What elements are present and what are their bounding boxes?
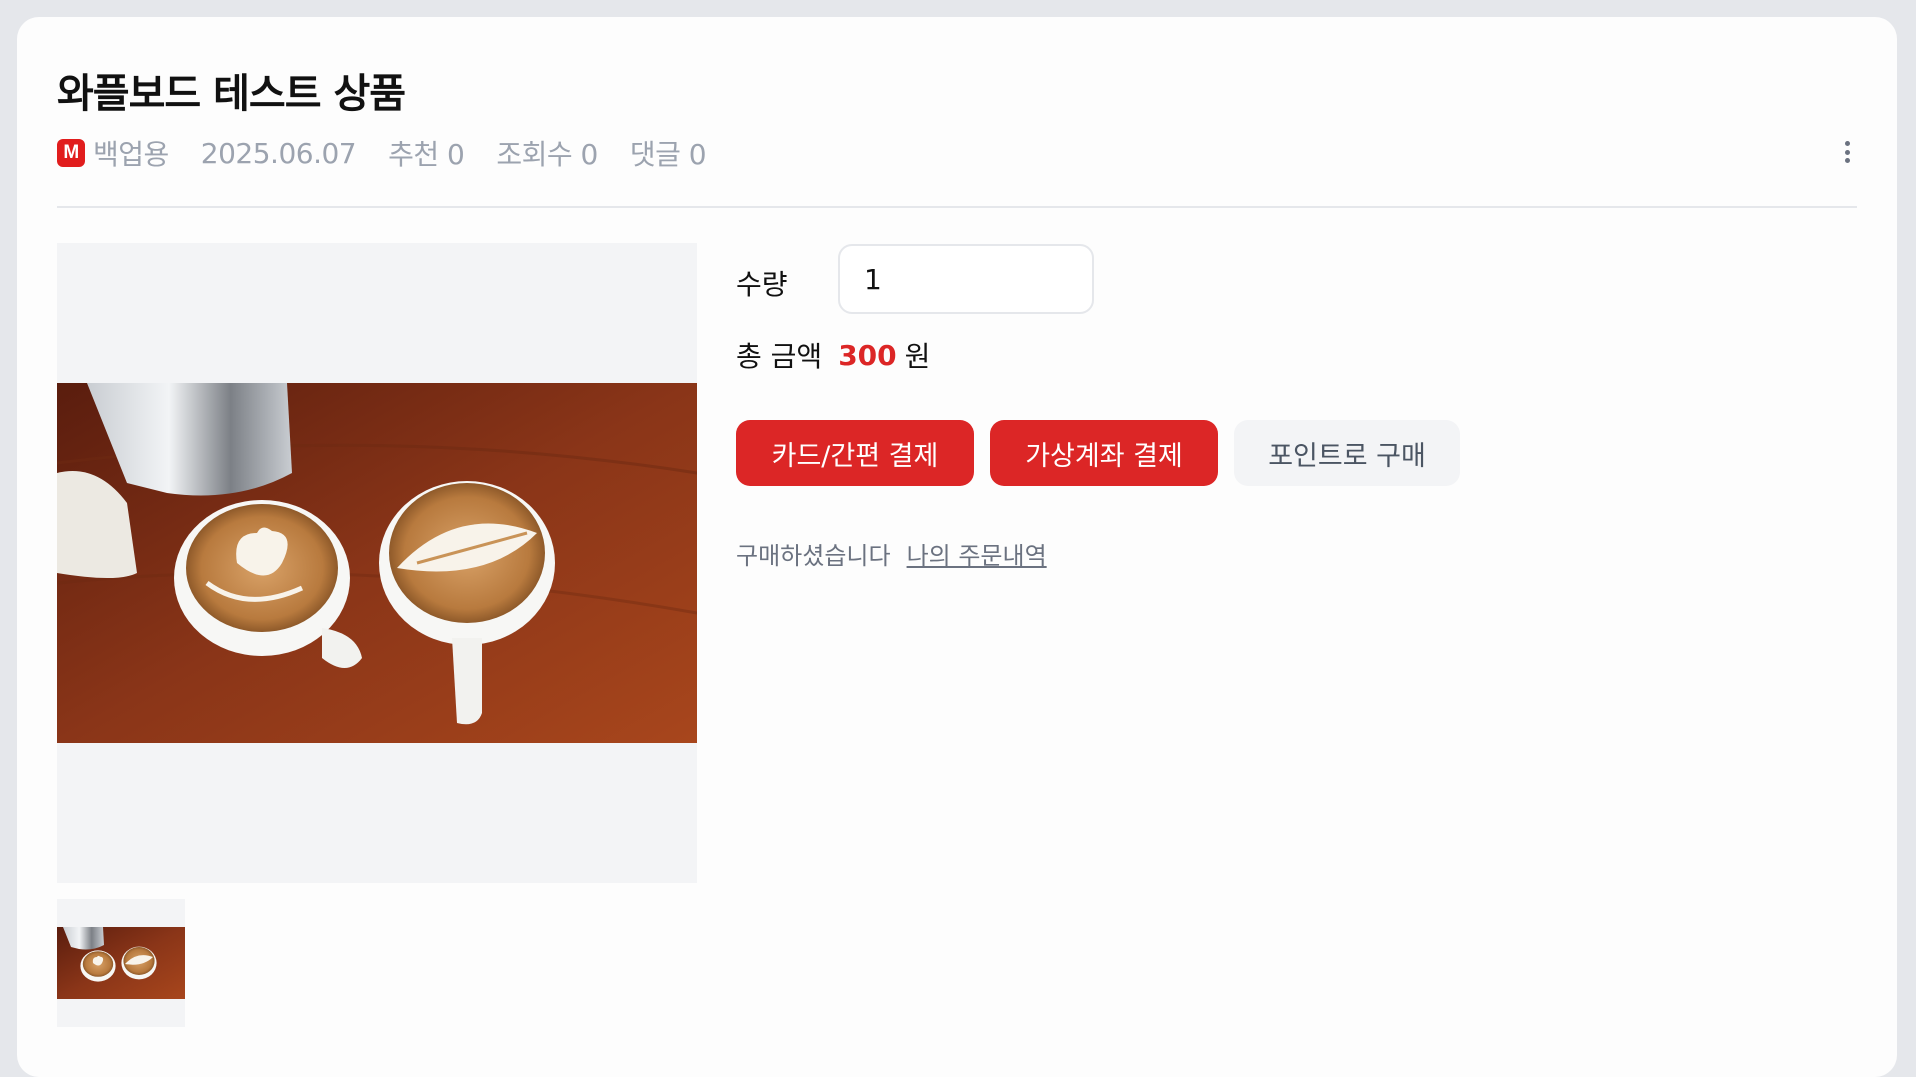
latte-art-photo — [57, 383, 697, 743]
post-meta: M 백업용 2025.06.07 추천 0 조회수 0 댓글 0 — [57, 133, 738, 173]
quantity-label: 수량 — [736, 268, 788, 301]
more-options-icon[interactable] — [1837, 137, 1857, 167]
divider — [57, 206, 1857, 208]
card-payment-button[interactable]: 카드/간편 결제 — [736, 420, 974, 486]
product-card: 와플보드 테스트 상품 M 백업용 2025.06.07 추천 0 조회수 0 … — [17, 17, 1897, 1077]
currency-label: 원 — [904, 340, 931, 373]
purchase-message: 구매하셨습니다 — [736, 542, 891, 570]
page-title: 와플보드 테스트 상품 — [57, 71, 406, 117]
total-price: 300 — [838, 338, 897, 372]
thumbnail-image[interactable] — [57, 899, 185, 1027]
view-count: 조회수 0 — [496, 138, 598, 171]
total-amount: 총 금액 300 원 — [736, 335, 930, 375]
latte-art-thumbnail — [57, 927, 185, 999]
recommend-count: 추천 0 — [388, 138, 465, 171]
comment-count: 댓글 0 — [629, 138, 707, 171]
total-label: 총 금액 — [736, 340, 823, 373]
author-name[interactable]: 백업용 — [93, 133, 169, 173]
purchase-status: 구매하셨습니다 나의 주문내역 — [736, 536, 1047, 571]
quantity-input[interactable] — [838, 244, 1094, 314]
product-main-image — [57, 243, 697, 883]
post-date: 2025.06.07 — [200, 136, 357, 170]
point-purchase-button[interactable]: 포인트로 구매 — [1234, 420, 1460, 486]
virtual-account-button[interactable]: 가상계좌 결제 — [990, 420, 1218, 486]
member-badge-icon: M — [57, 139, 85, 167]
my-orders-link[interactable]: 나의 주문내역 — [907, 536, 1047, 571]
